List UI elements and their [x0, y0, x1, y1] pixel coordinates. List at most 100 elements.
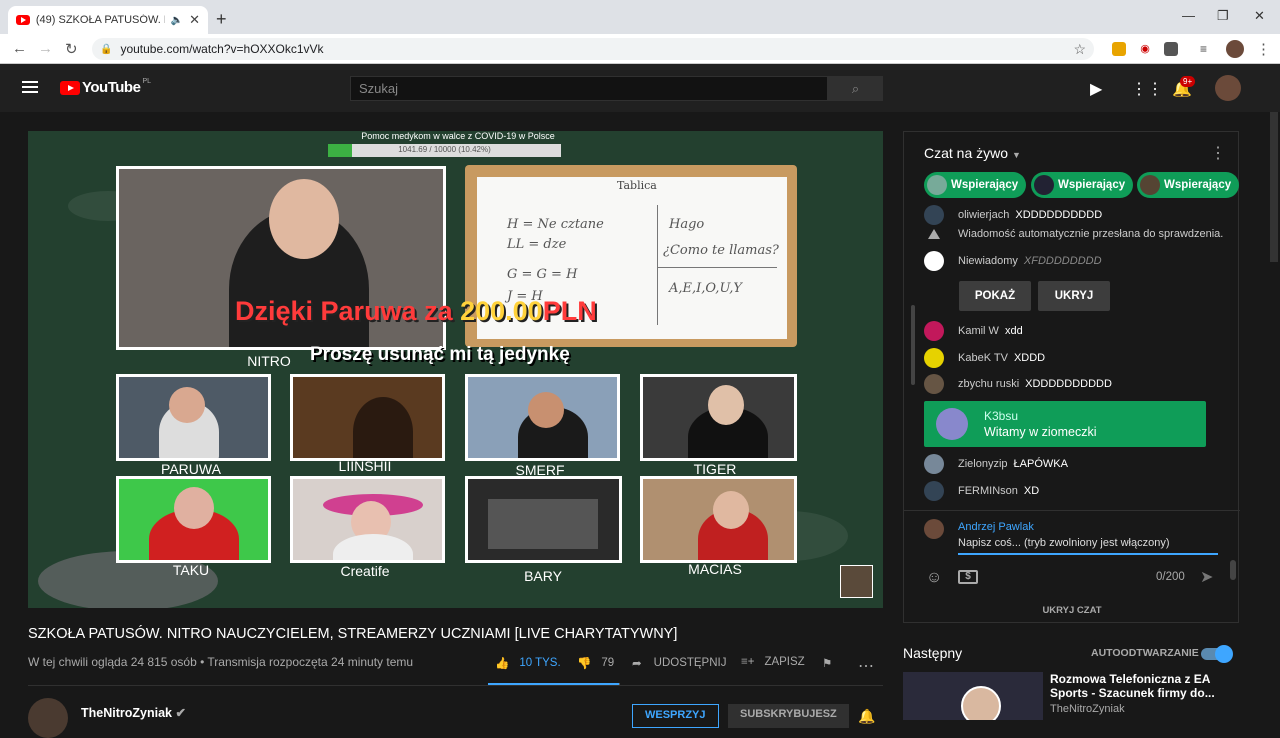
hide-message-button[interactable]: UKRYJ: [1038, 281, 1110, 311]
lock-icon: 🔒: [100, 43, 113, 55]
chat-message: oliwierjach XDDDDDDDDDD: [924, 205, 1102, 225]
next-video-thumbnail[interactable]: [903, 672, 1043, 720]
dislike-button[interactable]: 👎 79: [577, 656, 614, 670]
url-text: youtube.com/watch?v=hOXXOkc1vVk: [120, 42, 324, 56]
donation-title: Pomoc medykom w walce z COVID-19 w Polsc…: [361, 131, 555, 141]
more-actions-button[interactable]: ⋯: [858, 656, 874, 676]
cam-liinshii: [290, 374, 445, 461]
country-code: PL: [142, 78, 151, 85]
channel-name[interactable]: TheNitroZyniak ✔: [81, 705, 186, 720]
notification-badge: 9+: [1180, 76, 1196, 87]
browser-tab[interactable]: (49) SZKOŁA PATUSÓW. NITR 🔈 ✕: [8, 6, 208, 34]
extension-shield-icon[interactable]: [1164, 42, 1178, 56]
maximize-icon[interactable]: ❐: [1217, 8, 1229, 24]
donation-progress-text: 1041.69 / 10000 (10.42%): [398, 145, 491, 154]
chat-message: zbychu ruski XDDDDDDDDDD: [924, 374, 1112, 394]
reload-icon[interactable]: ↻: [65, 40, 78, 58]
forward-icon[interactable]: →: [38, 40, 53, 57]
tab-title: (49) SZKOŁA PATUSÓW. NITR: [35, 14, 165, 26]
user-avatar: [924, 519, 944, 539]
chevron-down-icon: ▼: [1011, 150, 1021, 160]
youtube-play-icon: [60, 80, 80, 95]
search-input[interactable]: Szukaj: [350, 76, 828, 101]
video-player[interactable]: Pomoc medykom w walce z COVID-19 w Polsc…: [28, 131, 883, 608]
cam-bary: [465, 476, 622, 563]
browser-menu-icon[interactable]: ⋮: [1256, 40, 1271, 58]
search-button[interactable]: ⌕: [828, 76, 883, 101]
show-message-button[interactable]: POKAŻ: [959, 281, 1031, 311]
menu-icon[interactable]: [22, 81, 38, 93]
support-button[interactable]: WESPRZYJ: [632, 704, 719, 728]
supporter-chip[interactable]: Wspierający: [1031, 172, 1134, 198]
member-welcome-message: K3bsu Witamy w ziomeczki: [924, 401, 1206, 447]
share-button[interactable]: ➦ UDOSTĘPNIJ: [632, 656, 726, 670]
chat-mode-dropdown[interactable]: Czat na żywo ▼: [924, 145, 1021, 161]
account-avatar[interactable]: [1215, 75, 1241, 101]
cam-taku: [116, 476, 271, 563]
divider: [28, 685, 883, 686]
next-video-title[interactable]: Rozmowa Telefoniczna z EA Sports - Szacu…: [1050, 672, 1230, 700]
back-icon[interactable]: ←: [12, 40, 27, 57]
flag-icon: ⚑: [822, 658, 833, 670]
thumbs-up-icon: 👍: [495, 658, 510, 670]
cam-smerf: [465, 374, 620, 461]
playlist-add-icon: ≡+: [741, 656, 755, 668]
extension-download-icon[interactable]: [1112, 42, 1126, 56]
next-video-channel[interactable]: TheNitroZyniak: [1050, 703, 1125, 715]
logo-text: YouTube: [82, 79, 141, 96]
send-icon[interactable]: ➤: [1200, 567, 1213, 587]
autoplay-toggle[interactable]: [1201, 645, 1233, 663]
hide-chat-button[interactable]: UKRYJ CZAT: [904, 605, 1240, 616]
chat-messages[interactable]: oliwierjach XDDDDDDDDDD Wiadomość automat…: [904, 205, 1240, 580]
more-icon: ⋯: [858, 658, 874, 675]
supporter-chip[interactable]: Wspierający: [1137, 172, 1240, 198]
youtube-favicon-icon: [16, 15, 30, 25]
speaker-icon[interactable]: 🔈: [171, 15, 183, 26]
donation-progress-bar: 1041.69 / 10000 (10.42%): [328, 144, 561, 157]
cam-label: MACIAS: [688, 561, 742, 577]
create-video-icon[interactable]: ▶: [1090, 79, 1102, 99]
save-button[interactable]: ≡+ ZAPISZ: [741, 656, 805, 668]
extension-lips-icon[interactable]: ◉: [1138, 42, 1152, 56]
profile-avatar[interactable]: [1226, 40, 1244, 58]
apps-icon[interactable]: ⋮⋮: [1131, 79, 1163, 99]
chat-message: Zielonyzip ŁAPÓWKA: [924, 454, 1068, 474]
live-chat: Czat na żywo ▼ ⋮ Wspierający Wspierający…: [903, 131, 1240, 623]
address-bar: ← → ↻ 🔒 youtube.com/watch?v=hOXXOkc1vVk …: [0, 34, 1280, 64]
chat-message: FERMINson XD: [924, 481, 1039, 501]
streamer-watermark: [840, 565, 873, 598]
input-author: Andrzej Pawlak: [958, 521, 1034, 533]
chat-message: KabeK TV XDDD: [924, 348, 1045, 368]
chat-message-held: Wiadomość automatycznie przesłana do spr…: [924, 228, 1229, 240]
donation-alert: Dzięki Paruwa za 200.00PLN: [235, 296, 597, 326]
up-next-label: Następny: [903, 645, 963, 661]
page-scrollbar[interactable]: [1270, 112, 1278, 262]
url-input[interactable]: 🔒 youtube.com/watch?v=hOXXOkc1vVk ☆: [92, 38, 1094, 60]
report-button[interactable]: ⚑: [822, 656, 832, 670]
chat-input[interactable]: Napisz coś... (tryb zwolniony jest włącz…: [958, 537, 1218, 555]
close-window-icon[interactable]: ✕: [1254, 8, 1265, 24]
cam-paruwa: [116, 374, 271, 461]
cam-label: TIGER: [693, 461, 737, 477]
cam-label: TAKU: [172, 562, 210, 578]
super-chat-icon[interactable]: $: [958, 570, 978, 584]
chat-scrollbar[interactable]: [911, 305, 915, 385]
bookmark-star-icon[interactable]: ☆: [1073, 41, 1086, 58]
close-tab-icon[interactable]: ✕: [189, 12, 200, 28]
new-tab-icon[interactable]: +: [216, 9, 227, 30]
youtube-logo[interactable]: YouTube PL: [60, 78, 151, 96]
chat-menu-icon[interactable]: ⋮: [1210, 143, 1226, 163]
share-icon: ➦: [632, 658, 642, 670]
supporter-chip[interactable]: Wspierający: [924, 172, 1027, 198]
cam-tiger: [640, 374, 797, 461]
minimize-icon[interactable]: —: [1182, 8, 1195, 23]
chat-message: Kamil Wxdd: [924, 321, 1023, 341]
chat-message: Niewiadomy XFDDDDDDDD: [924, 251, 1102, 271]
like-button[interactable]: 👍 10 TYS.: [495, 656, 561, 670]
playlist-icon[interactable]: ≡: [1200, 42, 1214, 56]
channel-avatar[interactable]: [28, 698, 68, 738]
cam-macias: [640, 476, 797, 563]
notification-bell-icon[interactable]: 🔔: [858, 708, 875, 725]
subscribed-button[interactable]: SUBSKRYBUJESZ: [728, 704, 849, 728]
emoji-icon[interactable]: ☺: [926, 569, 942, 587]
